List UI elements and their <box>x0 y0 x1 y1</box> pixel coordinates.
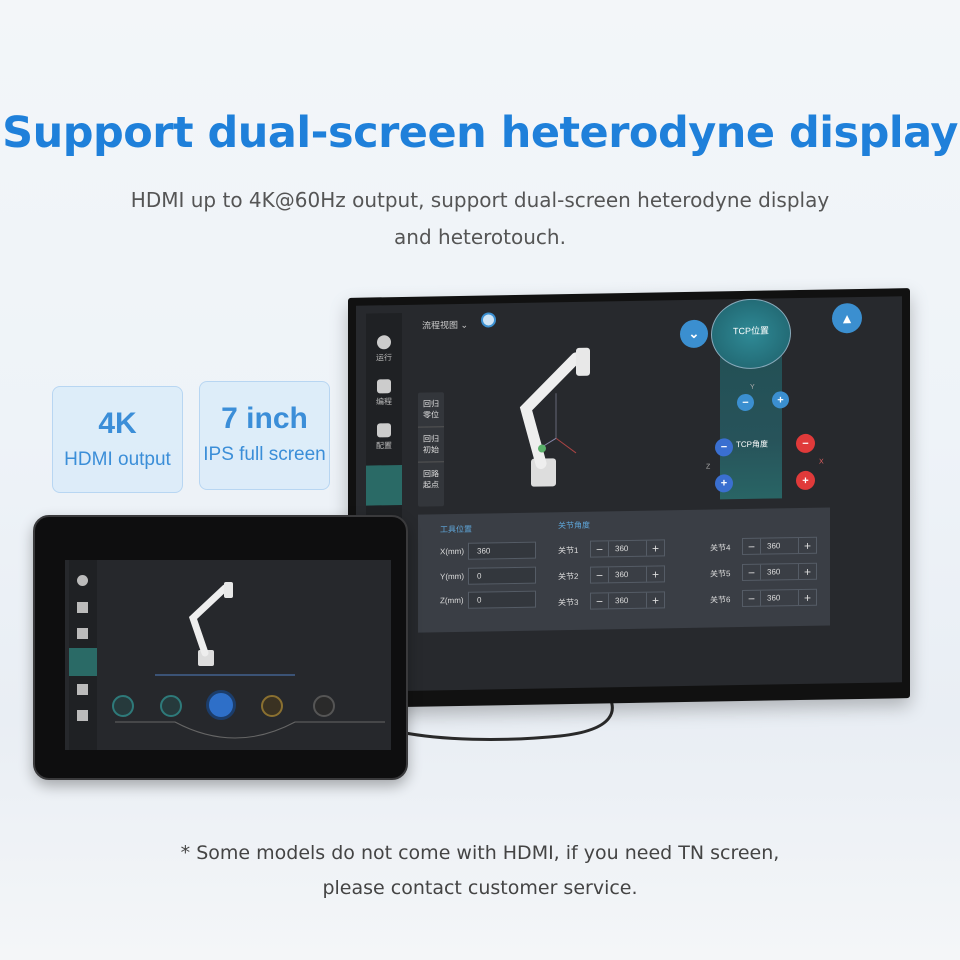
mode-selector <box>115 721 385 739</box>
joint-angles-title: 关节角度 <box>558 520 590 531</box>
y-plus-button[interactable]: + <box>772 391 789 409</box>
plus-button[interactable]: + <box>799 564 816 579</box>
joint-label: 关节5 <box>710 569 731 579</box>
plus-button[interactable]: + <box>799 538 816 553</box>
external-monitor: 运行 编程 配置 流程视图 ⌄ 回归零位 回归初始 回路起点 TCP位置 ⌄ ▲… <box>348 288 910 708</box>
sidebar-item-active[interactable] <box>366 464 402 506</box>
z-input[interactable]: 0 <box>468 590 536 609</box>
tablet-screen <box>65 560 391 750</box>
joint-stepper[interactable]: −360 + <box>742 562 817 582</box>
tablet-sidebar <box>69 560 97 750</box>
joint-stepper[interactable]: −360 + <box>590 565 665 584</box>
x-input[interactable]: 360 <box>468 541 536 560</box>
subtitle-line-2: and heterotouch. <box>394 225 566 249</box>
move-down-button[interactable]: ⌄ <box>680 319 708 349</box>
sidebar-icon[interactable] <box>77 684 88 695</box>
y-input[interactable]: 0 <box>468 566 536 585</box>
run-icon[interactable] <box>77 575 88 586</box>
minus-button[interactable]: − <box>591 593 608 608</box>
badge-label: HDMI output <box>64 449 171 470</box>
minus-button[interactable]: − <box>743 565 760 580</box>
dropdown-label: 流程视图 <box>422 319 459 331</box>
joint-stepper[interactable]: −360 + <box>742 536 817 556</box>
footnote-line-2: please contact customer service. <box>322 877 638 899</box>
joint-label: 关节2 <box>558 571 579 582</box>
sidebar-item-config[interactable]: 配置 <box>366 423 402 452</box>
position-panel: 工具位置 关节角度 X(mm) 360 Y(mm) 0 Z(mm) 0 关节1−… <box>418 507 830 633</box>
chevron-down-icon: ⌄ <box>460 319 469 330</box>
axis-z-label: Z <box>706 463 711 471</box>
joint-value[interactable]: 360 <box>760 538 799 554</box>
joint-label: 关节4 <box>710 543 731 553</box>
x-plus-button[interactable]: + <box>796 470 815 491</box>
badge-7inch: 7 inch IPS full screen <box>199 381 330 490</box>
gauge-button[interactable] <box>160 695 182 717</box>
badge-value: 4K <box>98 407 137 440</box>
tcp-position-label: TCP位置 <box>732 325 769 337</box>
axis-x-label: X <box>819 458 824 466</box>
sidebar-label: 运行 <box>376 353 392 363</box>
run-icon <box>377 335 391 350</box>
joint-value[interactable]: 360 <box>760 564 799 580</box>
gauge-button[interactable] <box>112 695 134 717</box>
status-message <box>155 674 295 676</box>
move-up-button[interactable]: ▲ <box>832 302 862 334</box>
tablet-device <box>33 515 408 780</box>
config-icon[interactable] <box>77 628 88 639</box>
badge-4k: 4K HDMI output <box>52 386 183 493</box>
joint-stepper[interactable]: −360 + <box>742 588 817 608</box>
menu-home[interactable]: 回归零位 <box>418 392 444 428</box>
sidebar-label: 配置 <box>376 441 392 451</box>
gauge-button[interactable] <box>313 695 335 717</box>
joint-stepper[interactable]: −360 + <box>590 539 665 558</box>
footnote-line-1: * Some models do not come with HDMI, if … <box>180 842 780 864</box>
plus-button[interactable]: + <box>647 592 664 607</box>
y-label: Y(mm) <box>440 571 464 582</box>
joint-label: 关节3 <box>558 597 579 608</box>
minus-button[interactable]: − <box>591 541 608 556</box>
gauge-button-active[interactable] <box>206 690 236 720</box>
sidebar-icon[interactable] <box>77 710 88 721</box>
plus-button[interactable]: + <box>647 566 664 581</box>
axis-y-label: Y <box>750 383 755 391</box>
joint-label: 关节1 <box>558 545 579 556</box>
program-icon <box>377 379 391 394</box>
joint-value[interactable]: 360 <box>608 566 647 583</box>
sidebar-item-program[interactable]: 编程 <box>366 379 402 408</box>
plus-button[interactable]: + <box>799 590 816 605</box>
gauge-button[interactable] <box>261 695 283 717</box>
joint-value[interactable]: 360 <box>608 592 647 609</box>
x-minus-button[interactable]: − <box>796 433 815 454</box>
robot-arm-image <box>519 347 590 487</box>
badge-label: IPS full screen <box>203 444 326 465</box>
monitor-screen: 运行 编程 配置 流程视图 ⌄ 回归零位 回归初始 回路起点 TCP位置 ⌄ ▲… <box>356 296 902 692</box>
joint-value[interactable]: 360 <box>760 590 799 606</box>
sidebar-item-run[interactable]: 运行 <box>366 335 402 364</box>
joint-value[interactable]: 360 <box>608 540 647 557</box>
sidebar-label: 编程 <box>376 397 392 407</box>
view-dropdown[interactable]: 流程视图 ⌄ <box>422 318 468 332</box>
program-icon[interactable] <box>77 602 88 613</box>
sidebar-item-active[interactable] <box>69 648 97 676</box>
plus-button[interactable]: + <box>647 540 664 555</box>
tool-icon[interactable] <box>481 312 496 328</box>
joint-label: 关节6 <box>710 595 731 605</box>
page-title: Support dual-screen heterodyne display <box>2 108 958 158</box>
tool-position-title: 工具位置 <box>440 524 472 535</box>
menu-initial[interactable]: 回归初始 <box>418 427 444 463</box>
minus-button[interactable]: − <box>743 591 760 606</box>
minus-button[interactable]: − <box>591 567 608 582</box>
robot-arm-image <box>188 582 233 666</box>
joint-stepper[interactable]: −360 + <box>590 591 665 610</box>
badge-value: 7 inch <box>221 402 308 435</box>
subtitle-line-1: HDMI up to 4K@60Hz output, support dual-… <box>130 188 830 212</box>
config-icon <box>377 423 391 438</box>
tcp-angle-label: TCP角度 <box>736 439 768 450</box>
minus-button[interactable]: − <box>743 539 760 554</box>
quick-menu: 回归零位 回归初始 回路起点 <box>418 392 444 507</box>
x-label: X(mm) <box>440 546 464 557</box>
menu-start[interactable]: 回路起点 <box>418 462 444 496</box>
z-label: Z(mm) <box>440 595 464 606</box>
